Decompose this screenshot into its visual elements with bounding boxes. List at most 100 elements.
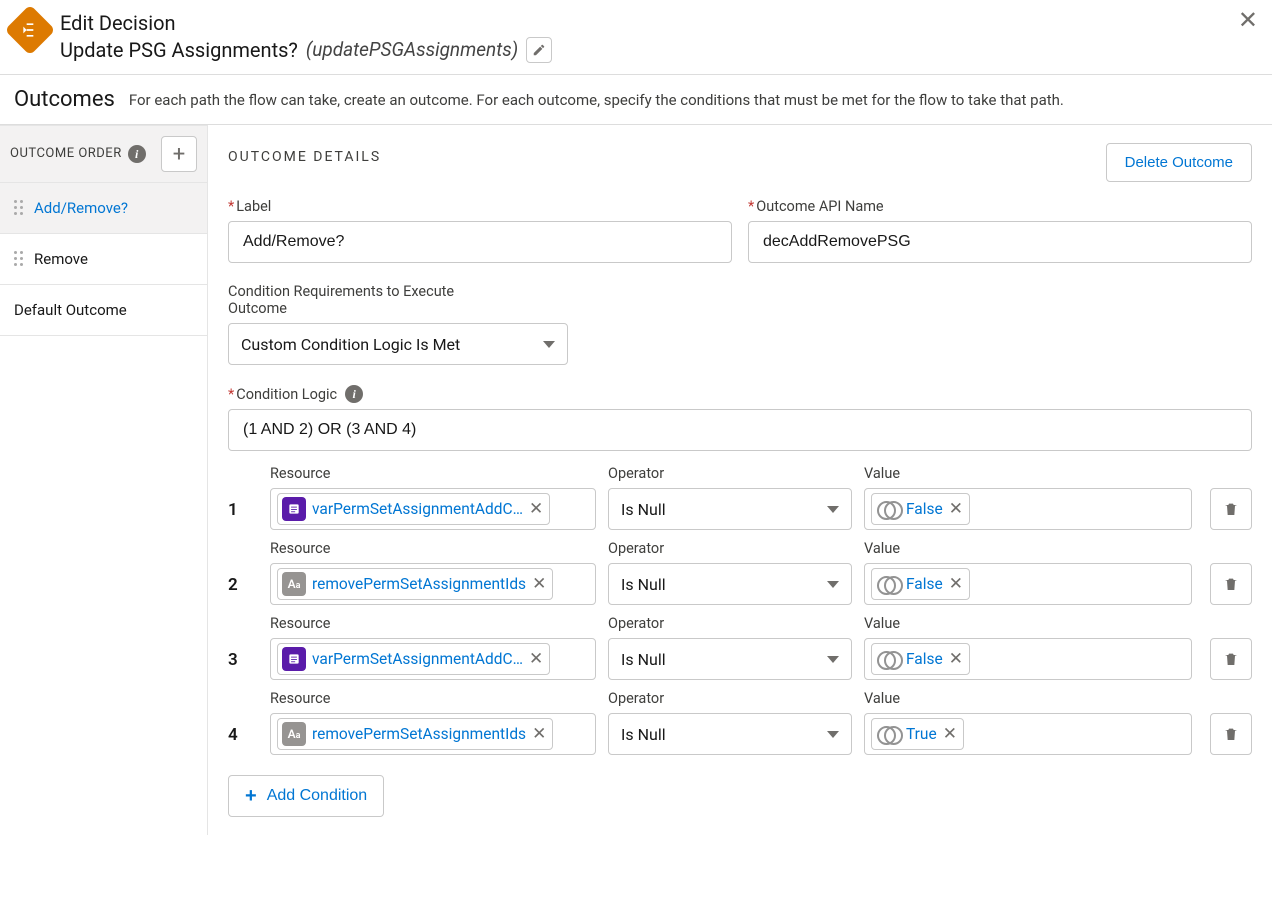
condition-requirements-select[interactable]: Custom Condition Logic Is Met [228, 323, 568, 365]
modal-title: Edit Decision [60, 10, 1256, 36]
outcome-details-title: OUTCOME DETAILS [228, 149, 381, 165]
delete-condition-button[interactable] [1210, 713, 1252, 755]
value-pill-text: False [906, 650, 943, 668]
resource-input[interactable]: Aa removePermSetAssignmentIds ✕ [270, 563, 596, 605]
remove-pill-icon[interactable]: ✕ [943, 726, 957, 743]
boolean-icon [876, 572, 900, 596]
outcome-item-label: Default Outcome [14, 301, 127, 319]
decision-icon [5, 5, 56, 56]
resource-pill-text: removePermSetAssignmentIds [312, 575, 526, 593]
value-pill-text: False [906, 575, 943, 593]
edit-name-button[interactable] [526, 37, 552, 63]
delete-condition-button[interactable] [1210, 563, 1252, 605]
condition-row: 4ResourceAaremovePermSetAssignmentIds✕Op… [228, 690, 1252, 755]
outcome-item[interactable]: Remove [0, 234, 207, 285]
outcome-details: OUTCOME DETAILS Delete Outcome Label Out… [208, 125, 1272, 835]
decision-api-name: (updatePSGAssignments) [306, 37, 518, 64]
outcome-item-label: Remove [34, 250, 88, 268]
resource-input[interactable]: AaremovePermSetAssignmentIds✕ [270, 713, 596, 755]
condition-row: 1 Resource varPermSetAssignmentAddC… ✕ Opera… [228, 465, 1252, 530]
info-icon[interactable]: i [345, 385, 363, 403]
value-input[interactable]: True ✕ [864, 713, 1192, 755]
resource-column-label: Resource [270, 690, 596, 707]
outcomes-title: Outcomes [14, 87, 115, 112]
value-pill-text: True [906, 725, 937, 743]
text-formula-icon: Aa [282, 572, 306, 596]
add-outcome-button[interactable]: + [161, 136, 197, 172]
decision-label: Update PSG Assignments? [60, 36, 298, 64]
resource-column-label: Resource [270, 615, 596, 632]
operator-column-label: Operator [608, 465, 852, 482]
condition-number: 1 [228, 500, 258, 530]
condition-logic-label: Condition Logic [228, 386, 337, 403]
resource-input[interactable]: varPermSetAssignmentAddC… ✕ [270, 488, 596, 530]
outcome-item[interactable]: Add/Remove? [0, 183, 207, 234]
outcome-item-label: Add/Remove? [34, 199, 128, 217]
delete-condition-button[interactable] [1210, 488, 1252, 530]
resource-column-label: Resource [270, 465, 596, 482]
resource-pill-text: varPermSetAssignmentAddC… [312, 500, 523, 518]
value-input[interactable]: False ✕ [864, 638, 1192, 680]
chevron-down-icon [543, 341, 555, 348]
condition-number: 2 [228, 575, 258, 605]
condition-row: 3 Resource varPermSetAssignmentAddC… ✕ Opera… [228, 615, 1252, 680]
modal-header: Edit Decision Update PSG Assignments? (u… [0, 0, 1272, 75]
delete-outcome-button[interactable]: Delete Outcome [1106, 143, 1252, 182]
remove-pill-icon[interactable]: ✕ [532, 726, 546, 743]
operator-column-label: Operator [608, 690, 852, 707]
outcome-order-label: OUTCOME ORDER [10, 146, 122, 162]
condition-logic-input[interactable] [228, 409, 1252, 451]
record-icon [282, 647, 306, 671]
resource-pill-text: varPermSetAssignmentAddC… [312, 650, 523, 668]
outcome-sidebar: OUTCOME ORDER i + Add/Remove? Remove Defau… [0, 125, 208, 835]
value-input[interactable]: False ✕ [864, 488, 1192, 530]
operator-select[interactable]: Is Null [608, 488, 852, 530]
label-field-label: Label [228, 198, 732, 215]
outcome-item[interactable]: Default Outcome [0, 285, 207, 336]
remove-pill-icon[interactable]: ✕ [532, 576, 546, 593]
record-icon [282, 497, 306, 521]
condition-row: 2 Resource Aa removePermSetAssignmentIds ✕ Op… [228, 540, 1252, 605]
operator-select[interactable]: Is Null [608, 563, 852, 605]
outcomes-desc: For each path the flow can take, create … [129, 91, 1064, 109]
boolean-icon [876, 647, 900, 671]
resource-input[interactable]: varPermSetAssignmentAddC… ✕ [270, 638, 596, 680]
operator-column-label: Operator [608, 540, 852, 557]
condition-number: 3 [228, 650, 258, 680]
outcome-order-header: OUTCOME ORDER i + [0, 125, 207, 183]
outcome-label-input[interactable] [228, 221, 732, 263]
value-pill-text: False [906, 500, 943, 518]
resource-pill-text: removePermSetAssignmentIds [312, 725, 526, 743]
value-input[interactable]: False ✕ [864, 563, 1192, 605]
boolean-icon [876, 497, 900, 521]
condition-requirements-label: Condition Requirements to Execute Outcom… [228, 283, 508, 317]
drag-handle-icon[interactable] [14, 251, 24, 267]
outcomes-bar: Outcomes For each path the flow can take… [0, 75, 1272, 125]
value-column-label: Value [864, 540, 1192, 557]
remove-pill-icon[interactable]: ✕ [949, 651, 963, 668]
remove-pill-icon[interactable]: ✕ [529, 651, 543, 668]
resource-column-label: Resource [270, 540, 596, 557]
delete-condition-button[interactable] [1210, 638, 1252, 680]
chevron-down-icon [827, 581, 839, 588]
outcome-api-input[interactable] [748, 221, 1252, 263]
condition-number: 4 [228, 725, 258, 755]
chevron-down-icon [827, 731, 839, 738]
edit-decision-modal: Edit Decision Update PSG Assignments? (u… [0, 0, 1272, 835]
close-button[interactable]: ✕ [1238, 8, 1258, 32]
operator-select[interactable]: Is Null [608, 713, 852, 755]
info-icon[interactable]: i [128, 145, 146, 163]
drag-handle-icon[interactable] [14, 200, 24, 216]
remove-pill-icon[interactable]: ✕ [949, 576, 963, 593]
value-column-label: Value [864, 690, 1192, 707]
operator-select[interactable]: Is Null [608, 638, 852, 680]
remove-pill-icon[interactable]: ✕ [529, 501, 543, 518]
api-field-label: Outcome API Name [748, 198, 1252, 215]
plus-icon: + [245, 786, 257, 806]
remove-pill-icon[interactable]: ✕ [949, 501, 963, 518]
value-column-label: Value [864, 465, 1192, 482]
add-condition-button[interactable]: + Add Condition [228, 775, 384, 817]
operator-column-label: Operator [608, 615, 852, 632]
chevron-down-icon [827, 506, 839, 513]
boolean-icon [876, 722, 900, 746]
